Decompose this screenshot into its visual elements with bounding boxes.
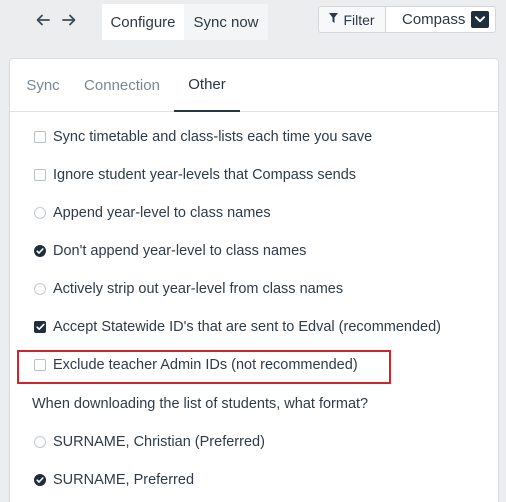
- checkbox[interactable]: [34, 131, 46, 143]
- filter-button[interactable]: Filter: [318, 6, 386, 33]
- radio-button-checked[interactable]: [34, 474, 46, 486]
- option-label: Accept Statewide ID's that are sent to E…: [53, 319, 442, 335]
- option-append-year-level[interactable]: Append year-level to class names: [34, 201, 271, 225]
- source-select-value: Compass: [402, 11, 466, 28]
- tab-other[interactable]: Other: [174, 59, 240, 112]
- settings-panel: Sync Connection Other Sync timetable and…: [9, 58, 499, 502]
- checkbox[interactable]: [34, 169, 46, 181]
- checkmark-icon: [36, 248, 44, 254]
- option-format-surname-christian[interactable]: SURNAME, Christian (Preferred): [34, 430, 265, 454]
- checkbox-checked[interactable]: [34, 321, 46, 333]
- option-exclude-teacher-admin-ids[interactable]: Exclude teacher Admin IDs (not recommend…: [34, 353, 358, 377]
- option-label: Actively strip out year-level from class…: [53, 281, 344, 297]
- radio-button[interactable]: [34, 283, 46, 295]
- radio-button-checked[interactable]: [34, 245, 46, 257]
- checkmark-icon: [35, 323, 45, 330]
- tab-connection[interactable]: Connection: [84, 59, 160, 112]
- tab-sync-now[interactable]: Sync now: [184, 4, 268, 40]
- checkmark-icon: [36, 477, 44, 483]
- top-toolbar: Configure Sync now Filter Compass: [0, 0, 506, 40]
- radio-button[interactable]: [34, 207, 46, 219]
- option-label: Don't append year-level to class names: [53, 243, 307, 259]
- source-select[interactable]: Compass: [386, 6, 496, 33]
- radio-button[interactable]: [34, 436, 46, 448]
- option-label: SURNAME, Christian (Preferred): [53, 434, 265, 450]
- chevron-down-icon: [471, 11, 489, 28]
- option-dont-append-year-level[interactable]: Don't append year-level to class names: [34, 239, 306, 263]
- filter-label: Filter: [343, 11, 375, 28]
- option-accept-statewide-ids[interactable]: Accept Statewide ID's that are sent to E…: [34, 315, 441, 339]
- settings-tabs: Sync Connection Other: [10, 59, 498, 112]
- funnel-icon: [329, 13, 339, 26]
- option-sync-on-save[interactable]: Sync timetable and class-lists each time…: [34, 125, 372, 149]
- arrow-left-icon[interactable]: [32, 9, 54, 31]
- tab-sync[interactable]: Sync: [26, 59, 60, 112]
- option-format-surname-preferred[interactable]: SURNAME, Preferred: [34, 468, 194, 492]
- option-label: Append year-level to class names: [53, 205, 271, 221]
- option-label: SURNAME, Preferred: [53, 472, 195, 488]
- checkbox[interactable]: [34, 359, 46, 371]
- option-ignore-year-levels[interactable]: Ignore student year-levels that Compass …: [34, 163, 356, 187]
- tab-configure[interactable]: Configure: [102, 4, 184, 40]
- format-question: When downloading the list of students, w…: [32, 396, 369, 412]
- option-label: Sync timetable and class-lists each time…: [53, 129, 373, 145]
- option-strip-year-level[interactable]: Actively strip out year-level from class…: [34, 277, 343, 301]
- arrow-right-icon[interactable]: [58, 9, 80, 31]
- option-label: Ignore student year-levels that Compass …: [53, 167, 357, 183]
- option-label: Exclude teacher Admin IDs (not recommend…: [53, 357, 358, 373]
